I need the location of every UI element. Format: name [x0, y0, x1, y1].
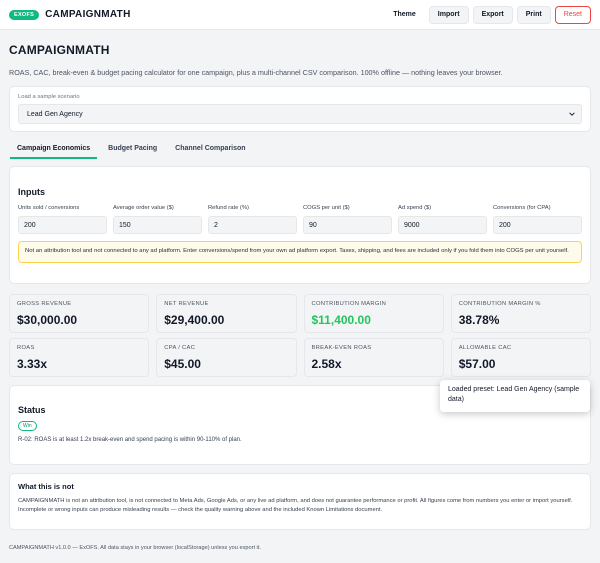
disclaimer-text: CAMPAIGNMATH is not an attribution tool,… [18, 498, 573, 513]
reset-button[interactable]: Reset [554, 5, 591, 24]
field-label: Refund rate (%) [208, 205, 249, 211]
average-order-value-input[interactable]: 150 [113, 216, 202, 234]
field-label: Conversions (for CPA) [493, 205, 551, 211]
units-sold-input[interactable]: 200 [18, 216, 107, 234]
print-button[interactable]: Print [516, 5, 551, 24]
import-button[interactable]: Import [428, 5, 469, 24]
metric-label: CPA / CAC [164, 345, 196, 351]
status-badge: Win [18, 421, 37, 431]
metric-value: $45.00 [164, 357, 201, 371]
inputs-card: Inputs Units sold / conversions 200 Aver… [9, 166, 591, 284]
metric-value: $11,400.00 [311, 313, 371, 327]
tab-budget-pacing[interactable]: Budget Pacing [101, 142, 164, 159]
metric-cpa-cac: CPA / CAC $45.00 [156, 338, 297, 377]
export-button[interactable]: Export [472, 5, 513, 24]
preset-loaded-toast: Loaded preset: Lead Gen Agency (sample d… [440, 380, 590, 412]
top-bar: EXOFS CAMPAIGNMATH Theme Import Export P… [0, 0, 600, 30]
field-average-order-value: Average order value ($) 150 [113, 205, 202, 234]
scenario-card: Load a sample scenario Lead Gen Agency [9, 86, 591, 132]
metric-value: $29,400.00 [164, 313, 225, 327]
field-cogs-per-unit: COGS per unit ($) 90 [303, 205, 392, 234]
status-text: R-02: ROAS is at least 1.2x break-even a… [18, 437, 242, 443]
metric-value: 2.58x [311, 357, 342, 371]
scenario-select[interactable]: Lead Gen Agency [18, 104, 582, 124]
metric-contribution-margin: CONTRIBUTION MARGIN $11,400.00 [303, 294, 444, 333]
chevron-down-icon [569, 112, 575, 116]
scenario-label: Load a sample scenario [18, 94, 80, 100]
page-subtitle: ROAS, CAC, break-even & budget pacing ca… [9, 68, 503, 77]
conversions-cpa-input[interactable]: 200 [493, 216, 582, 234]
metric-label: CONTRIBUTION MARGIN [311, 301, 387, 307]
field-conversions-cpa: Conversions (for CPA) 200 [493, 205, 582, 234]
metric-value: 3.33x [17, 357, 48, 371]
metric-label: BREAK-EVEN ROAS [311, 345, 372, 351]
input-fields: Units sold / conversions 200 Average ord… [18, 205, 582, 234]
inputs-heading: Inputs [18, 187, 45, 197]
metric-label: CONTRIBUTION MARGIN % [458, 301, 541, 307]
metric-label: ROAS [17, 345, 35, 351]
metric-label: NET REVENUE [164, 301, 209, 307]
metric-net-revenue: NET REVENUE $29,400.00 [156, 294, 297, 333]
field-label: Ad spend ($) [398, 205, 432, 211]
disclaimer-card: What this is not CAMPAIGNMATH is not an … [9, 473, 591, 530]
brand-name: CAMPAIGNMATH [45, 9, 131, 20]
attribution-notice: Not an attribution tool and not connecte… [18, 241, 582, 263]
metric-allowable-cac: ALLOWABLE CAC $57.00 [450, 338, 591, 377]
metric-value: 38.78% [458, 313, 500, 327]
metric-label: ALLOWABLE CAC [458, 345, 512, 351]
theme-button[interactable]: Theme [384, 5, 425, 24]
metric-gross-revenue: GROSS REVENUE $30,000.00 [9, 294, 150, 333]
brand-badge: EXOFS [9, 9, 40, 20]
tab-bar: Campaign Economics Budget Pacing Channel… [9, 142, 591, 159]
metric-break-even-roas: BREAK-EVEN ROAS 2.58x [303, 338, 444, 377]
field-label: Units sold / conversions [18, 205, 80, 211]
field-label: Average order value ($) [113, 205, 174, 211]
disclaimer-heading: What this is not [18, 482, 74, 491]
tab-channel-comparison[interactable]: Channel Comparison [168, 142, 252, 159]
scenario-selected-value: Lead Gen Agency [27, 110, 83, 118]
footer: CAMPAIGNMATH v1.0.0 — ExOFS. All data st… [9, 545, 261, 551]
field-refund-rate: Refund rate (%) 2 [208, 205, 297, 234]
ad-spend-input[interactable]: 9000 [398, 216, 487, 234]
tab-campaign-economics[interactable]: Campaign Economics [10, 142, 98, 159]
cogs-per-unit-input[interactable]: 90 [303, 216, 392, 234]
main-content: CAMPAIGNMATH ROAS, CAC, break-even & bud… [0, 43, 600, 530]
metric-value: $57.00 [458, 357, 496, 371]
field-ad-spend: Ad spend ($) 9000 [398, 205, 487, 234]
field-label: COGS per unit ($) [303, 205, 350, 211]
refund-rate-input[interactable]: 2 [208, 216, 297, 234]
field-units-sold: Units sold / conversions 200 [18, 205, 107, 234]
page-title: CAMPAIGNMATH [9, 43, 110, 57]
metric-contribution-margin-percent: CONTRIBUTION MARGIN % 38.78% [450, 294, 591, 333]
metrics-grid: GROSS REVENUE $30,000.00 NET REVENUE $29… [9, 294, 591, 377]
metric-roas: ROAS 3.33x [9, 338, 150, 377]
toolbar: Theme Import Export Print Reset [384, 5, 591, 24]
metric-label: GROSS REVENUE [17, 301, 72, 307]
metric-value: $30,000.00 [17, 313, 78, 327]
